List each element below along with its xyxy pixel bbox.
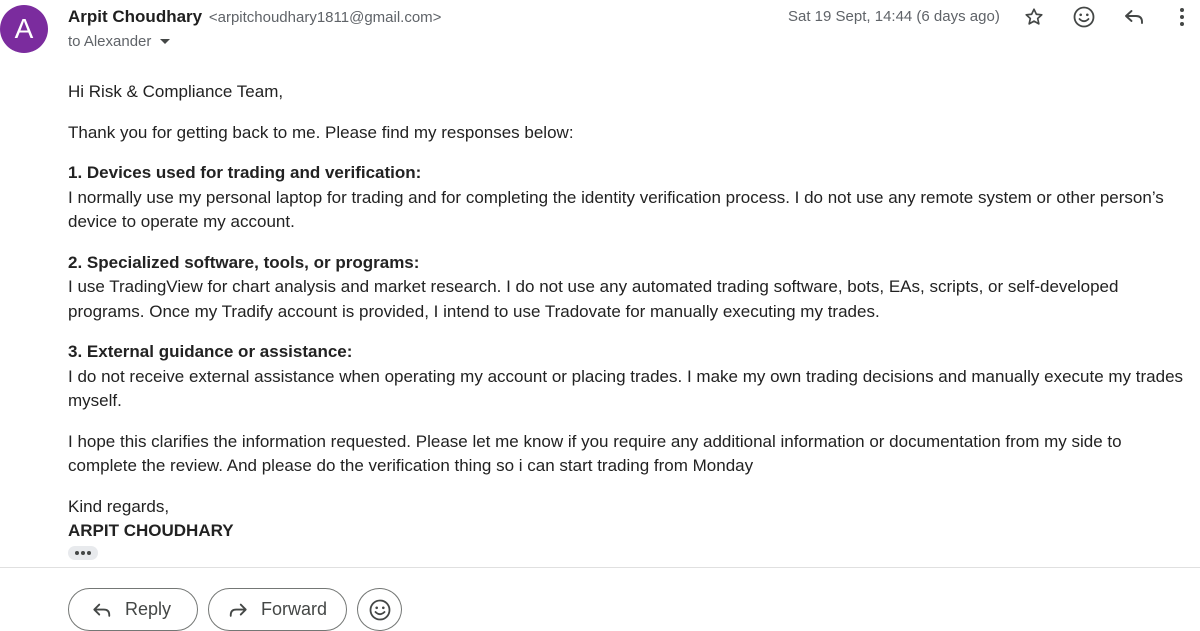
- email-body: Hi Risk & Compliance Team, Thank you for…: [68, 80, 1193, 560]
- chevron-down-icon[interactable]: [160, 39, 171, 44]
- section-heading: 3. External guidance or assistance:: [68, 342, 353, 361]
- forward-label: Forward: [261, 599, 328, 619]
- star-icon[interactable]: [1021, 4, 1047, 30]
- dot-icon: [87, 551, 91, 555]
- signature-name: ARPIT CHOUDHARY: [68, 521, 234, 540]
- reply-icon[interactable]: [1121, 4, 1147, 30]
- sender-name[interactable]: Arpit Choudhary: [68, 7, 202, 26]
- sender-email: <arpitchoudhary1811@gmail.com>: [208, 9, 442, 26]
- signoff: Kind regards,: [68, 496, 170, 516]
- section-heading: 1. Devices used for trading and verifica…: [68, 163, 422, 182]
- closing-paragraph: I hope this clarifies the information re…: [68, 431, 1122, 476]
- recipient-label: to Alexander: [68, 33, 152, 50]
- email-view: A Arpit Choudhary <arpitchoudhary1811@gm…: [0, 0, 1200, 631]
- more-vert-icon[interactable]: [1171, 4, 1193, 30]
- avatar[interactable]: A: [0, 5, 48, 53]
- sender-line: Arpit Choudhary <arpitchoudhary1811@gmai…: [68, 7, 441, 27]
- section-text: I normally use my personal laptop for tr…: [68, 187, 1164, 232]
- section-heading: 2. Specialized software, tools, or progr…: [68, 252, 420, 272]
- emoji-icon[interactable]: [1071, 4, 1097, 30]
- signature-block: Kind regards, ARPIT CHOUDHARY: [68, 495, 1193, 544]
- emoji-icon: [369, 599, 390, 620]
- section-text: I do not receive external assistance whe…: [68, 366, 1184, 411]
- dot-icon: [81, 551, 85, 555]
- section-software: 2. Specialized software, tools, or progr…: [68, 251, 1193, 325]
- emoji-reaction-button[interactable]: [357, 588, 402, 631]
- section-text: I use TradingView for chart analysis and…: [68, 277, 1119, 321]
- section-guidance: 3. External guidance or assistance: I do…: [68, 340, 1193, 414]
- show-trimmed-content-button[interactable]: [68, 546, 98, 560]
- intro-paragraph: Thank you for getting back to me. Please…: [68, 122, 574, 142]
- section-devices: 1. Devices used for trading and verifica…: [68, 161, 1193, 235]
- reply-icon: [93, 603, 111, 617]
- greeting: Hi Risk & Compliance Team,: [68, 82, 284, 101]
- reply-button[interactable]: Reply: [68, 588, 198, 631]
- forward-button[interactable]: Forward: [208, 588, 347, 631]
- recipient-line[interactable]: to Alexander: [68, 33, 171, 50]
- divider: [0, 567, 1200, 568]
- reply-label: Reply: [125, 599, 172, 619]
- timestamp: Sat 19 Sept, 14:44 (6 days ago): [788, 8, 1000, 25]
- dot-icon: [75, 551, 79, 555]
- forward-icon: [229, 603, 247, 617]
